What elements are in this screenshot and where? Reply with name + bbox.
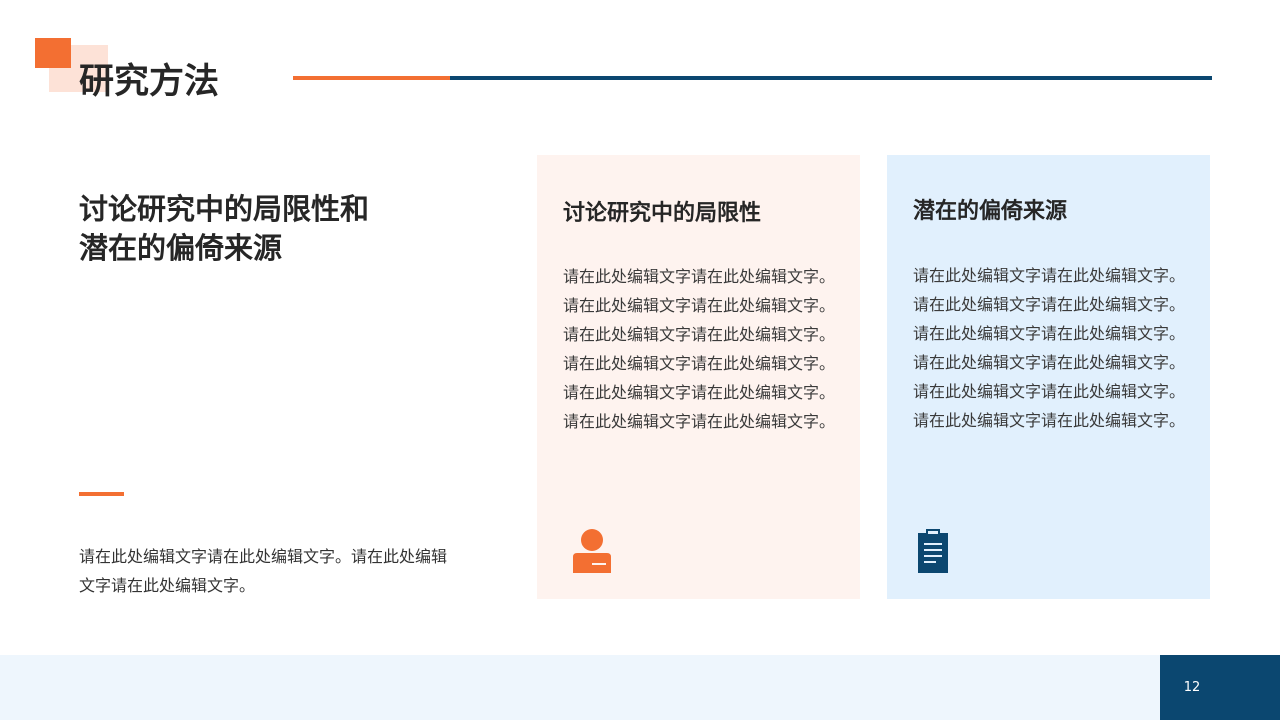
person-icon <box>570 527 614 577</box>
card-title: 潜在的偏倚来源 <box>913 199 1068 224</box>
left-accent-bar <box>79 492 124 496</box>
title-rule-orange <box>293 76 450 80</box>
left-body-text: 请在此处编辑文字请在此处编辑文字。请在此处编辑文字请在此处编辑文字。 <box>79 547 448 595</box>
card-line: 请在此处编辑文字请在此处编辑文字。 <box>913 411 1186 430</box>
card-line: 请在此处编辑文字请在此处编辑文字。 <box>913 382 1186 401</box>
main-heading: 讨论研究中的局限性和 潜在的偏倚来源 <box>79 190 499 268</box>
card-line: 请在此处编辑文字请在此处编辑文字。 <box>913 266 1186 285</box>
footer-band <box>0 655 1160 720</box>
decor-square-orange <box>35 38 71 68</box>
main-heading-line-1: 讨论研究中的局限性和 <box>79 192 370 226</box>
title-rule-navy <box>450 76 1212 80</box>
card-line: 请在此处编辑文字请在此处编辑文字。 <box>913 295 1186 314</box>
page-title: 研究方法 <box>79 62 220 102</box>
card-line: 请在此处编辑文字请在此处编辑文字。 <box>563 354 836 373</box>
card-line: 请在此处编辑文字请在此处编辑文字。 <box>563 267 836 286</box>
card-bias-sources: 潜在的偏倚来源 请在此处编辑文字请在此处编辑文字。 请在此处编辑文字请在此处编辑… <box>887 155 1210 599</box>
card-line: 请在此处编辑文字请在此处编辑文字。 <box>913 353 1186 372</box>
card-line: 请在此处编辑文字请在此处编辑文字。 <box>563 383 836 402</box>
page-number: 12 <box>1183 680 1201 695</box>
card-line: 请在此处编辑文字请在此处编辑文字。 <box>563 325 836 344</box>
clipboard-icon <box>916 529 950 577</box>
card-line: 请在此处编辑文字请在此处编辑文字。 <box>563 296 836 315</box>
card-body: 请在此处编辑文字请在此处编辑文字。 请在此处编辑文字请在此处编辑文字。 请在此处… <box>563 262 843 436</box>
main-heading-line-2: 潜在的偏倚来源 <box>79 231 283 265</box>
card-limitations: 讨论研究中的局限性 请在此处编辑文字请在此处编辑文字。 请在此处编辑文字请在此处… <box>537 155 860 599</box>
card-line: 请在此处编辑文字请在此处编辑文字。 <box>913 324 1186 343</box>
page-number-box: 12 <box>1160 655 1280 720</box>
card-line: 请在此处编辑文字请在此处编辑文字。 <box>563 412 836 431</box>
card-title: 讨论研究中的局限性 <box>563 201 762 226</box>
card-body: 请在此处编辑文字请在此处编辑文字。 请在此处编辑文字请在此处编辑文字。 请在此处… <box>913 261 1193 435</box>
